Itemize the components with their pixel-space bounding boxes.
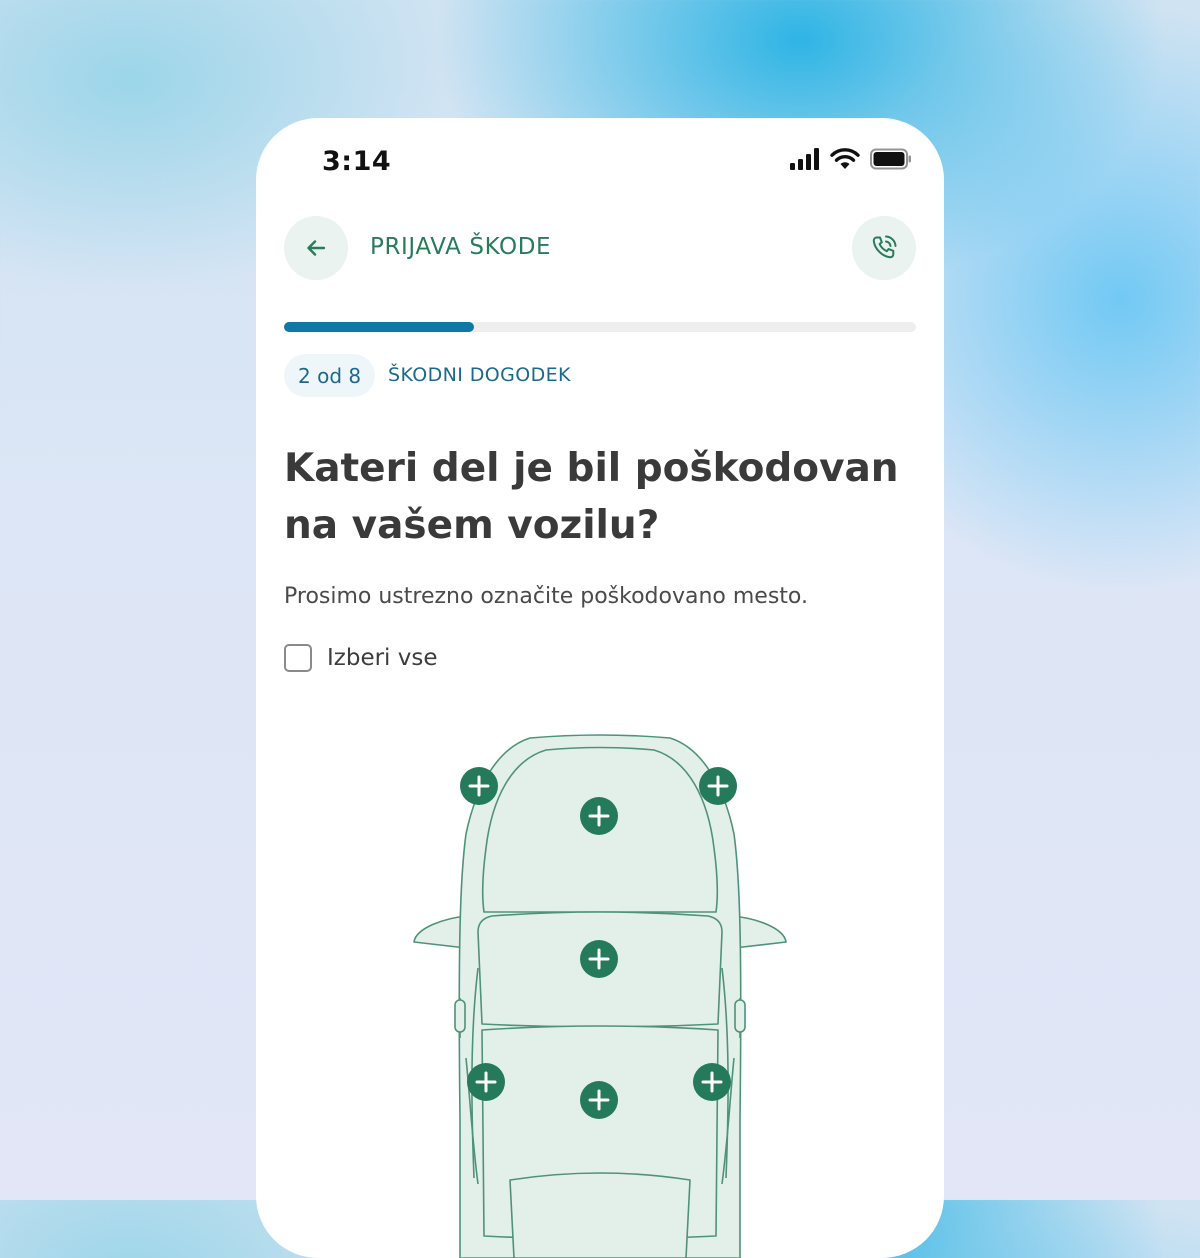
phone-screen: 3:14 PRIJAVA ŠKODE 2 od 8 ŠKODNI DOGODEK… <box>256 118 944 1258</box>
damage-marker-hood[interactable] <box>580 797 618 835</box>
car-diagram <box>413 734 787 1258</box>
damage-marker-front-right[interactable] <box>699 767 737 805</box>
damage-marker-front-left[interactable] <box>460 767 498 805</box>
damage-marker-rear-left[interactable] <box>467 1063 505 1101</box>
damage-marker-roof[interactable] <box>580 1081 618 1119</box>
damage-marker-windshield[interactable] <box>580 940 618 978</box>
damage-marker-rear-right[interactable] <box>693 1063 731 1101</box>
